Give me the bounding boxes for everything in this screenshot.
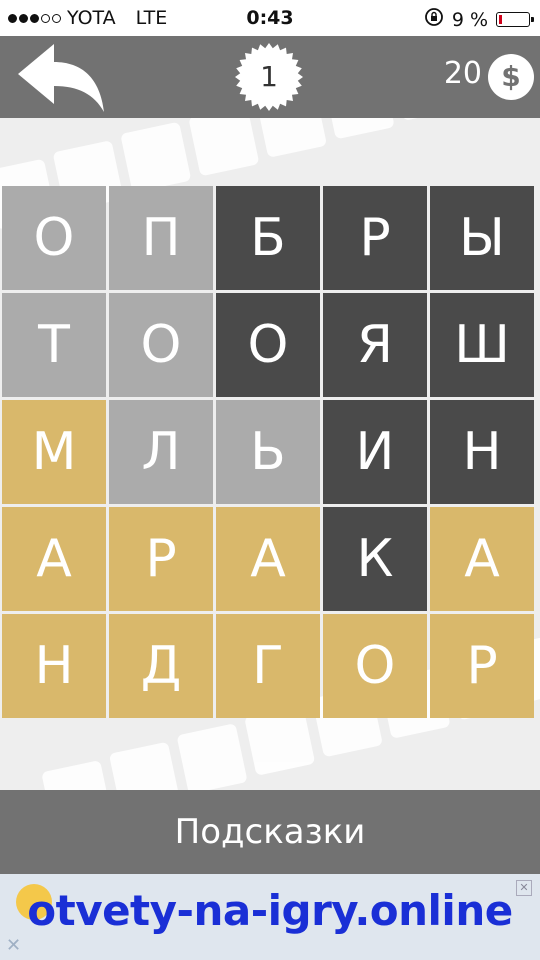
letter-tile[interactable]: Н	[430, 400, 534, 504]
letter-tile[interactable]: Ш	[430, 293, 534, 397]
letter-tile[interactable]: П	[109, 186, 213, 290]
letter-tile[interactable]: О	[2, 186, 106, 290]
letter-tile[interactable]: Л	[109, 400, 213, 504]
letter-tile[interactable]: М	[2, 400, 106, 504]
letter-tile[interactable]: Р	[430, 614, 534, 718]
curved-back-arrow-icon	[18, 44, 104, 112]
letter-tile[interactable]: Б	[216, 186, 320, 290]
letter-tile[interactable]: Т	[2, 293, 106, 397]
letter-tile[interactable]: Ь	[216, 400, 320, 504]
letter-tile[interactable]: О	[323, 614, 427, 718]
level-badge: 1	[234, 42, 304, 112]
coin-icon[interactable]: $	[488, 54, 534, 100]
level-number: 1	[260, 60, 278, 93]
status-bar: YOTA LTE 0:43 9 %	[0, 0, 540, 36]
letter-tile[interactable]: Я	[323, 293, 427, 397]
game-header: 1 20 $	[0, 36, 540, 118]
letter-tile[interactable]: К	[323, 507, 427, 611]
letter-tile[interactable]: О	[216, 293, 320, 397]
letter-tile[interactable]: И	[323, 400, 427, 504]
battery-level-fill	[499, 15, 502, 24]
site-watermark: otvety-na-igry.online	[27, 886, 513, 935]
letter-grid: ОПБРЫТООЯШМЛЬИНАРАКАНДГОР	[2, 186, 538, 722]
letter-tile[interactable]: Н	[2, 614, 106, 718]
battery-icon	[496, 12, 534, 27]
ad-banner[interactable]: ✕ ✕ otvety-na-igry.online	[0, 874, 540, 960]
coin-count: 20	[443, 56, 482, 91]
letter-tile[interactable]: А	[2, 507, 106, 611]
letter-tile[interactable]: Р	[109, 507, 213, 611]
letter-tile[interactable]: Р	[323, 186, 427, 290]
battery-percent: 9 %	[451, 8, 488, 31]
letter-tile[interactable]: Д	[109, 614, 213, 718]
letter-tile[interactable]: О	[109, 293, 213, 397]
letter-tile[interactable]: Г	[216, 614, 320, 718]
letter-tile[interactable]: А	[216, 507, 320, 611]
letter-tile[interactable]: А	[430, 507, 534, 611]
hints-button[interactable]: Подсказки	[0, 790, 540, 874]
letter-tile[interactable]: Ы	[430, 186, 534, 290]
status-right: 9 %	[424, 7, 534, 32]
back-button[interactable]	[14, 40, 110, 116]
ad-choices-icon: ✕	[6, 935, 22, 956]
rotation-lock-icon	[424, 7, 444, 32]
